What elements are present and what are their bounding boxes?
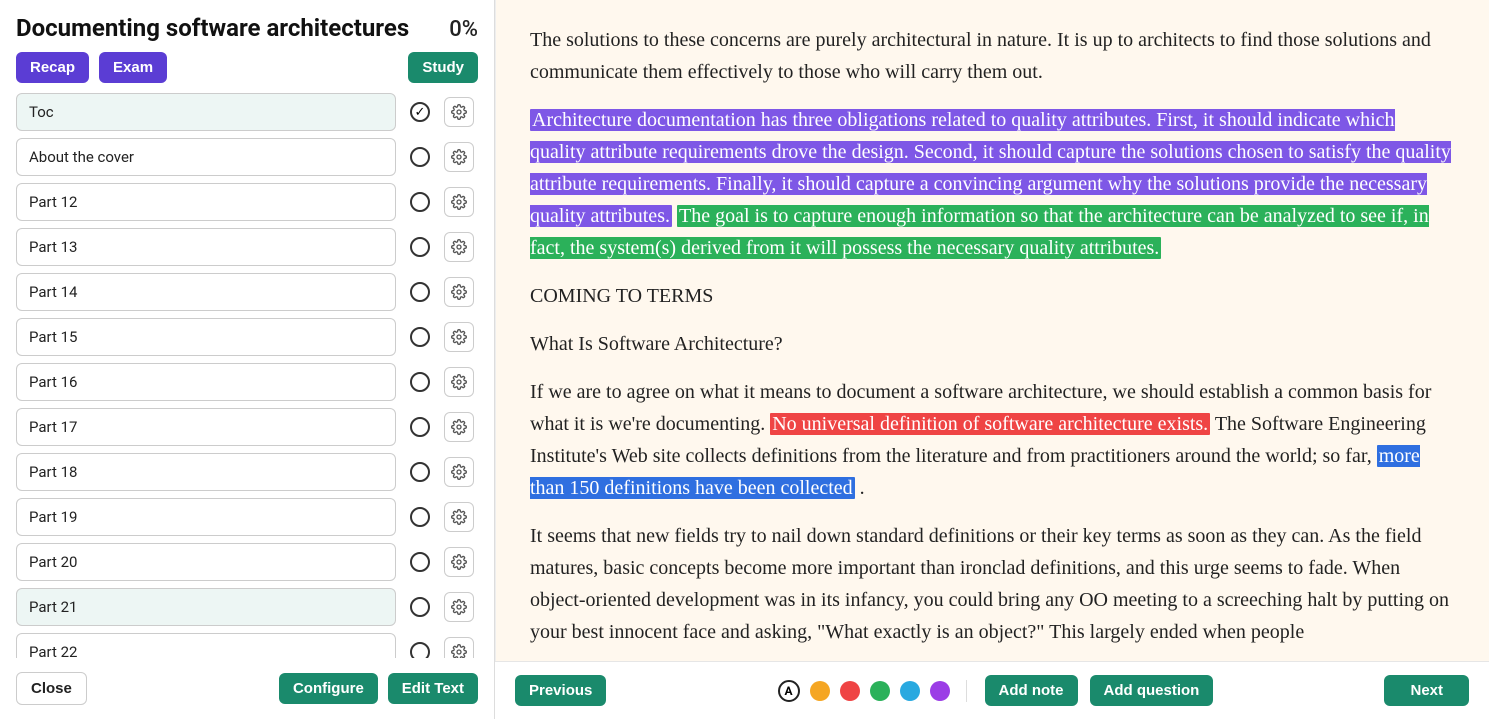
sidebar-toolbar: Recap Exam Study <box>16 52 478 83</box>
paragraph: It seems that new fields try to nail dow… <box>530 520 1455 648</box>
gear-icon[interactable] <box>444 187 474 217</box>
circle-icon[interactable] <box>410 462 430 482</box>
color-swatch[interactable] <box>840 681 860 701</box>
circle-icon[interactable] <box>410 372 430 392</box>
next-button[interactable]: Next <box>1384 675 1469 706</box>
part-row: Part 20 <box>16 543 474 581</box>
circle-icon[interactable] <box>410 507 430 527</box>
parts-list[interactable]: Toc ✓ About the cover Part 12 Part 13 Part 14… <box>16 93 478 658</box>
gear-icon[interactable] <box>444 592 474 622</box>
gear-icon[interactable] <box>444 412 474 442</box>
part-item[interactable]: Part 21 <box>16 588 396 626</box>
circle-icon[interactable] <box>410 597 430 617</box>
sidebar: Documenting software architectures 0% Re… <box>0 0 495 719</box>
edit-text-button[interactable]: Edit Text <box>388 673 478 704</box>
recap-button[interactable]: Recap <box>16 52 89 83</box>
part-item[interactable]: Part 20 <box>16 543 396 581</box>
pen-icon[interactable]: A <box>778 680 800 702</box>
gear-icon[interactable] <box>444 277 474 307</box>
part-item[interactable]: Part 17 <box>16 408 396 446</box>
part-row: Part 12 <box>16 183 474 221</box>
page-title: Documenting software architectures <box>16 14 409 42</box>
exam-button[interactable]: Exam <box>99 52 167 83</box>
subsection-heading: What Is Software Architecture? <box>530 328 1455 360</box>
circle-icon[interactable] <box>410 417 430 437</box>
part-row: Toc ✓ <box>16 93 474 131</box>
part-row: Part 15 <box>16 318 474 356</box>
paragraph: Architecture documentation has three obl… <box>530 104 1455 264</box>
part-item[interactable]: Part 22 <box>16 633 396 658</box>
gear-icon[interactable] <box>444 547 474 577</box>
part-item[interactable]: Part 19 <box>16 498 396 536</box>
color-swatch[interactable] <box>810 681 830 701</box>
gear-icon[interactable] <box>444 322 474 352</box>
part-item[interactable]: Part 16 <box>16 363 396 401</box>
sidebar-header: Documenting software architectures 0% <box>16 14 478 42</box>
part-row: Part 17 <box>16 408 474 446</box>
paragraph: The solutions to these concerns are pure… <box>530 24 1455 88</box>
configure-button[interactable]: Configure <box>279 673 378 704</box>
color-swatch[interactable] <box>930 681 950 701</box>
part-item[interactable]: Part 15 <box>16 318 396 356</box>
part-item[interactable]: Part 14 <box>16 273 396 311</box>
part-row: Part 13 <box>16 228 474 266</box>
circle-icon[interactable] <box>410 282 430 302</box>
highlight-tools: A <box>778 680 967 702</box>
sidebar-footer: Close Configure Edit Text <box>16 658 478 719</box>
part-item[interactable]: Part 12 <box>16 183 396 221</box>
part-row: Part 18 <box>16 453 474 491</box>
color-swatch[interactable] <box>870 681 890 701</box>
part-row: Part 21 <box>16 588 474 626</box>
content-pane[interactable]: The solutions to these concerns are pure… <box>495 0 1489 661</box>
circle-icon[interactable] <box>410 327 430 347</box>
gear-icon[interactable] <box>444 232 474 262</box>
part-item[interactable]: Part 13 <box>16 228 396 266</box>
highlight-red[interactable]: No universal definition of software arch… <box>770 413 1210 435</box>
progress-percent: 0% <box>449 17 478 42</box>
gear-icon[interactable] <box>444 502 474 532</box>
part-row: Part 16 <box>16 363 474 401</box>
part-item[interactable]: About the cover <box>16 138 396 176</box>
circle-icon[interactable] <box>410 147 430 167</box>
close-button[interactable]: Close <box>16 672 87 705</box>
part-item[interactable]: Part 18 <box>16 453 396 491</box>
bottom-bar: Previous A Add note Add question Next <box>495 661 1489 719</box>
circle-icon[interactable] <box>410 192 430 212</box>
check-circle-icon[interactable]: ✓ <box>410 102 430 122</box>
section-heading: COMING TO TERMS <box>530 280 1455 312</box>
gear-icon[interactable] <box>444 367 474 397</box>
gear-icon[interactable] <box>444 457 474 487</box>
gear-icon[interactable] <box>444 97 474 127</box>
part-item[interactable]: Toc <box>16 93 396 131</box>
color-swatch[interactable] <box>900 681 920 701</box>
circle-icon[interactable] <box>410 552 430 572</box>
part-row: About the cover <box>16 138 474 176</box>
part-row: Part 22 <box>16 633 474 658</box>
gear-icon[interactable] <box>444 637 474 658</box>
previous-button[interactable]: Previous <box>515 675 606 706</box>
study-button[interactable]: Study <box>408 52 478 83</box>
circle-icon[interactable] <box>410 642 430 658</box>
part-row: Part 14 <box>16 273 474 311</box>
text-run: . <box>860 477 865 499</box>
add-question-button[interactable]: Add question <box>1090 675 1214 706</box>
circle-icon[interactable] <box>410 237 430 257</box>
part-row: Part 19 <box>16 498 474 536</box>
main: The solutions to these concerns are pure… <box>495 0 1489 719</box>
add-note-button[interactable]: Add note <box>985 675 1078 706</box>
paragraph: If we are to agree on what it means to d… <box>530 376 1455 504</box>
gear-icon[interactable] <box>444 142 474 172</box>
